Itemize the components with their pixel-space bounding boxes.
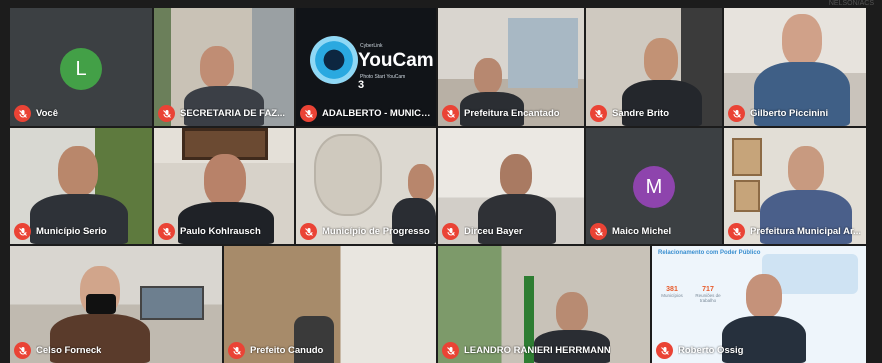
participant-name: Roberto Ossig bbox=[678, 345, 744, 356]
participant-tile[interactable]: LEANDRO RANIERI HERRMANN bbox=[438, 246, 650, 363]
nameplate: Sandre Brito bbox=[590, 105, 669, 122]
participant-name: Gilberto Piccinini bbox=[750, 108, 829, 119]
mic-muted-icon[interactable] bbox=[442, 105, 459, 122]
slide-stat: 717 Reuniões de trabalho bbox=[695, 286, 721, 303]
nameplate: Paulo Kohlrausch bbox=[158, 223, 261, 240]
nameplate: LEANDRO RANIERI HERRMANN bbox=[442, 342, 611, 359]
slide-stat: 381 Municípios bbox=[661, 286, 683, 298]
nameplate: Prefeitura Municipal Ar... bbox=[728, 223, 861, 240]
nameplate: Gilberto Piccinini bbox=[728, 105, 828, 122]
camera-software-brand: CyberLink bbox=[360, 43, 383, 49]
nameplate: Dirceu Bayer bbox=[442, 223, 523, 240]
slide-title: Relacionamento com Poder Público bbox=[658, 250, 761, 256]
participant-name: ADALBERTO - MUNICIP... bbox=[322, 108, 432, 119]
participant-tile-self[interactable]: L Você bbox=[10, 8, 152, 126]
participant-tile-presenting[interactable]: Relacionamento com Poder Público 381 Mun… bbox=[652, 246, 866, 363]
webcam-icon bbox=[310, 36, 358, 84]
participant-name: Paulo Kohlrausch bbox=[180, 226, 261, 237]
mic-muted-icon[interactable] bbox=[14, 342, 31, 359]
nameplate: ADALBERTO - MUNICIP... bbox=[300, 105, 432, 122]
participant-tile[interactable]: Paulo Kohlrausch bbox=[154, 128, 294, 244]
mic-muted-icon[interactable] bbox=[590, 223, 607, 240]
participant-name: Município Serio bbox=[36, 226, 107, 237]
participant-name: Município de Progresso bbox=[322, 226, 430, 237]
participant-tile[interactable]: Gilberto Piccinini bbox=[724, 8, 866, 126]
participant-tile[interactable]: Sandre Brito bbox=[586, 8, 722, 126]
participant-name: SECRETARIA DE FAZ... bbox=[180, 108, 286, 119]
mic-muted-icon[interactable] bbox=[14, 105, 31, 122]
participant-name: Dirceu Bayer bbox=[464, 226, 523, 237]
face-mask bbox=[86, 294, 116, 314]
nameplate: Prefeito Canudo bbox=[228, 342, 323, 359]
wall-frame bbox=[732, 138, 762, 176]
participant-tile[interactable]: Município de Progresso bbox=[296, 128, 436, 244]
avatar: M bbox=[633, 166, 675, 208]
mic-muted-icon[interactable] bbox=[728, 105, 745, 122]
participant-name: LEANDRO RANIERI HERRMANN bbox=[464, 345, 611, 356]
nameplate: SECRETARIA DE FAZ... bbox=[158, 105, 285, 122]
participant-tile[interactable]: Prefeitura Encantado bbox=[438, 8, 584, 126]
avatar: L bbox=[60, 48, 102, 90]
participant-tile[interactable]: Celso Forneck bbox=[10, 246, 222, 363]
participant-name: Prefeito Canudo bbox=[250, 345, 324, 356]
participant-name: Prefeitura Municipal Ar... bbox=[750, 226, 862, 237]
mic-muted-icon[interactable] bbox=[300, 105, 317, 122]
participant-name: Você bbox=[36, 108, 59, 119]
nameplate: Celso Forneck bbox=[14, 342, 101, 359]
mic-muted-icon[interactable] bbox=[228, 342, 245, 359]
mic-muted-icon[interactable] bbox=[442, 342, 459, 359]
mic-muted-icon[interactable] bbox=[158, 105, 175, 122]
participant-tile[interactable]: Dirceu Bayer bbox=[438, 128, 584, 244]
nameplate: Você bbox=[14, 105, 58, 122]
participant-name: Prefeitura Encantado bbox=[464, 108, 560, 119]
video-call-grid: L Você SECRETARIA DE FAZ... YouCam 3 Cyb… bbox=[0, 0, 882, 363]
nameplate: Roberto Ossig bbox=[656, 342, 743, 359]
mic-muted-icon[interactable] bbox=[300, 223, 317, 240]
mic-muted-icon[interactable] bbox=[158, 223, 175, 240]
nameplate: Município Serio bbox=[14, 223, 107, 240]
participant-tile[interactable]: YouCam 3 CyberLink Photo Start YouCam AD… bbox=[296, 8, 436, 126]
camera-software-title: YouCam 3 bbox=[358, 50, 434, 91]
participant-tile[interactable]: SECRETARIA DE FAZ... bbox=[154, 8, 294, 126]
participant-name: Sandre Brito bbox=[612, 108, 670, 119]
camera-software-subtitle: Photo Start YouCam bbox=[360, 74, 406, 80]
nameplate: Maico Michel bbox=[590, 223, 671, 240]
photo-credit: NELSON/ACS bbox=[828, 0, 874, 7]
participant-tile[interactable]: M Maico Michel bbox=[586, 128, 722, 244]
mic-muted-icon[interactable] bbox=[656, 342, 673, 359]
participant-tile[interactable]: Prefeito Canudo bbox=[224, 246, 436, 363]
wall-frame bbox=[734, 180, 760, 212]
coat-of-arms-icon bbox=[314, 134, 382, 216]
nameplate: Prefeitura Encantado bbox=[442, 105, 560, 122]
mic-muted-icon[interactable] bbox=[590, 105, 607, 122]
mic-muted-icon[interactable] bbox=[14, 223, 31, 240]
participant-tile[interactable]: Município Serio bbox=[10, 128, 152, 244]
mic-muted-icon[interactable] bbox=[442, 223, 459, 240]
mic-muted-icon[interactable] bbox=[728, 223, 745, 240]
participant-name: Maico Michel bbox=[612, 226, 672, 237]
nameplate: Município de Progresso bbox=[300, 223, 430, 240]
participant-tile[interactable]: Prefeitura Municipal Ar... bbox=[724, 128, 866, 244]
participant-name: Celso Forneck bbox=[36, 345, 102, 356]
